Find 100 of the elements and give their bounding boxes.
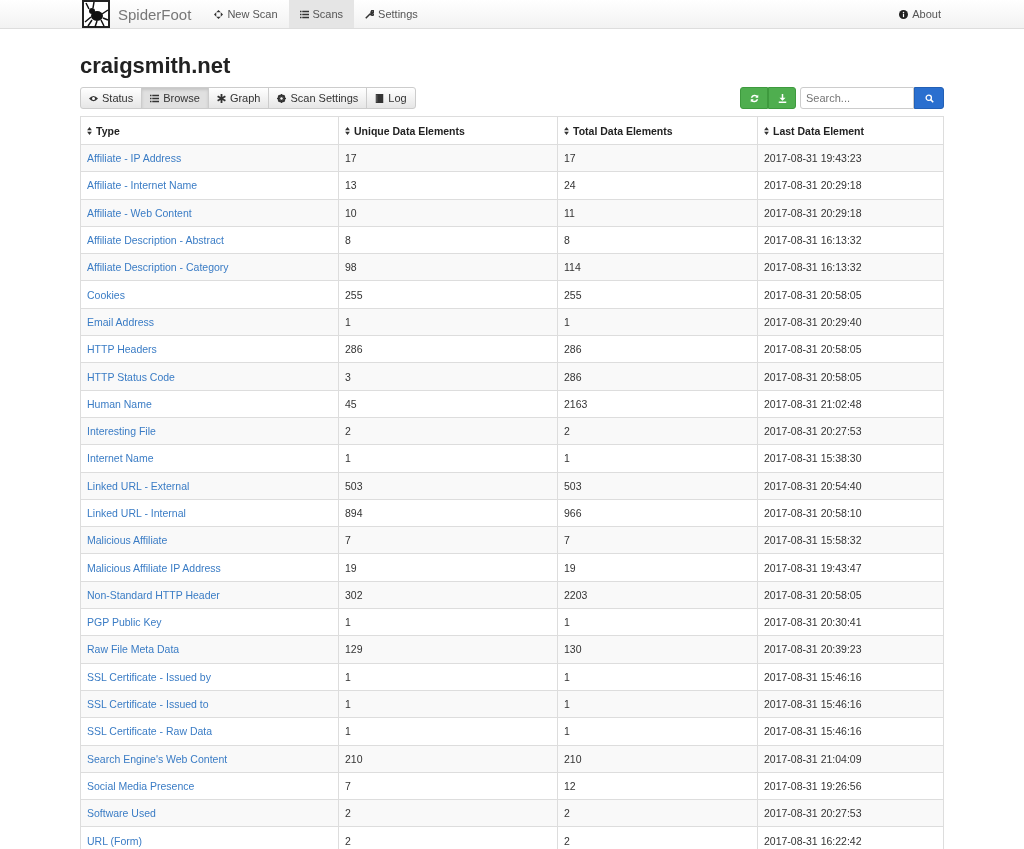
table-cell: 2017-08-31 16:22:42 xyxy=(764,834,862,847)
table-cell: 7 xyxy=(564,534,570,547)
table-cell: 8 xyxy=(564,234,570,247)
table-cell: 7 xyxy=(345,779,351,792)
list-icon xyxy=(299,9,309,19)
sort-icon xyxy=(87,126,92,135)
table-cell: 2 xyxy=(564,834,570,847)
table-cell: 8 xyxy=(345,234,351,247)
table-cell: 2017-08-31 19:26:56 xyxy=(764,779,862,792)
refresh-button[interactable] xyxy=(740,87,768,109)
brand-name[interactable]: SpiderFoot xyxy=(118,5,192,23)
type-link[interactable]: URL (Form) xyxy=(87,834,143,847)
table-cell: 302 xyxy=(345,588,363,601)
table-cell: 210 xyxy=(345,752,363,765)
eye-icon xyxy=(89,93,98,103)
table-cell: 1 xyxy=(564,698,570,711)
spider-logo-icon[interactable] xyxy=(82,0,110,28)
table-cell: 10 xyxy=(345,206,357,219)
type-link[interactable]: HTTP Headers xyxy=(87,343,157,356)
gear-icon xyxy=(277,93,287,103)
table-cell: 255 xyxy=(345,288,363,301)
table-cell: 2163 xyxy=(564,397,588,410)
table-cell: 2 xyxy=(345,807,351,820)
table-cell: 98 xyxy=(345,261,357,274)
column-header[interactable]: Type xyxy=(80,116,339,145)
table-cell: 2017-08-31 21:02:48 xyxy=(764,397,862,410)
list-icon xyxy=(150,93,160,103)
type-link[interactable]: Internet Name xyxy=(87,452,154,465)
tab[interactable]: Status xyxy=(80,87,143,109)
column-title: Total Data Elements xyxy=(573,124,673,137)
refresh-icon xyxy=(749,93,759,103)
search-field[interactable]: Search... xyxy=(800,87,914,109)
table-cell: 2 xyxy=(564,425,570,438)
table-cell: 2017-08-31 19:43:47 xyxy=(764,561,862,574)
download-button[interactable] xyxy=(768,87,796,109)
table-cell: 129 xyxy=(345,643,363,656)
about-link[interactable]: About xyxy=(888,0,952,28)
type-link[interactable]: HTTP Status Code xyxy=(87,370,175,383)
table-cell: 114 xyxy=(564,261,581,274)
column-header[interactable]: Unique Data Elements xyxy=(338,116,558,145)
table-cell: 1 xyxy=(345,725,351,738)
table-cell: 2017-08-31 20:58:05 xyxy=(764,343,862,356)
tab[interactable]: Log xyxy=(366,87,416,109)
table-cell: 2017-08-31 20:58:05 xyxy=(764,588,862,601)
table-cell: 2017-08-31 20:29:40 xyxy=(764,315,862,328)
type-link[interactable]: Software Used xyxy=(87,807,156,820)
table-cell: 2017-08-31 15:46:16 xyxy=(764,698,862,711)
column-header[interactable]: Total Data Elements xyxy=(557,116,758,145)
column-header[interactable]: Last Data Element xyxy=(757,116,944,145)
table-cell: 1 xyxy=(345,616,351,629)
table-cell: 2 xyxy=(564,807,570,820)
table-cell: 17 xyxy=(345,152,357,165)
table-cell: 2017-08-31 15:46:16 xyxy=(764,725,862,738)
table-cell: 2017-08-31 16:13:32 xyxy=(764,261,862,274)
table-cell: 1 xyxy=(345,698,351,711)
table-cell: 503 xyxy=(564,479,582,492)
type-link[interactable]: Malicious Affiliate xyxy=(87,534,168,547)
type-link[interactable]: Cookies xyxy=(87,288,125,301)
type-link[interactable]: Linked URL - Internal xyxy=(87,507,186,519)
sort-icon xyxy=(345,126,350,135)
table-cell: 2017-08-31 20:39:23 xyxy=(764,643,862,656)
table-cell: 1 xyxy=(564,315,570,328)
table-cell: 12 xyxy=(564,779,576,792)
table-cell: 45 xyxy=(345,397,357,410)
type-link[interactable]: Raw File Meta Data xyxy=(87,643,180,656)
table-cell: 19 xyxy=(564,561,576,574)
type-link[interactable]: Linked URL - External xyxy=(87,479,190,492)
table-cell: 1 xyxy=(564,725,570,738)
table-cell: 2017-08-31 20:58:10 xyxy=(764,507,862,519)
table-cell: 19 xyxy=(345,561,357,574)
type-link[interactable]: Affiliate - IP Address xyxy=(87,152,182,165)
table-cell: 2017-08-31 20:29:18 xyxy=(764,179,862,192)
type-link[interactable]: Human Name xyxy=(87,397,152,410)
type-link[interactable]: Affiliate - Internet Name xyxy=(87,179,198,192)
info-icon xyxy=(899,9,909,19)
table-cell: 2017-08-31 20:30:41 xyxy=(764,616,862,629)
nav-item[interactable]: New Scan xyxy=(203,0,289,28)
search-button[interactable] xyxy=(914,87,944,109)
table-cell: 286 xyxy=(564,343,582,356)
column-title: Type xyxy=(96,124,120,137)
table-cell: 2017-08-31 15:58:32 xyxy=(764,534,862,547)
table-cell: 2017-08-31 20:58:05 xyxy=(764,370,862,383)
nav-item[interactable]: Scans xyxy=(288,0,355,28)
tab[interactable]: Graph xyxy=(207,87,270,109)
type-link[interactable]: Affiliate - Web Content xyxy=(87,206,192,219)
type-link[interactable]: Interesting File xyxy=(87,425,156,438)
table-cell: 11 xyxy=(564,206,575,219)
type-link[interactable]: Email Address xyxy=(87,315,155,328)
type-link[interactable]: PGP Public Key xyxy=(87,616,162,629)
table-cell: 7 xyxy=(345,534,351,547)
table-cell: 1 xyxy=(345,452,351,465)
type-link[interactable]: Social Media Presence xyxy=(87,779,195,792)
tab[interactable]: Scan Settings xyxy=(268,87,368,109)
tab[interactable]: Browse xyxy=(141,87,209,109)
table-cell: 966 xyxy=(564,507,582,519)
nav-item[interactable]: Settings xyxy=(354,0,429,28)
table-cell: 1 xyxy=(564,616,570,629)
table-cell: 17 xyxy=(564,152,576,165)
table-cell: 2017-08-31 15:38:30 xyxy=(764,452,862,465)
table-cell: 1 xyxy=(564,452,570,465)
